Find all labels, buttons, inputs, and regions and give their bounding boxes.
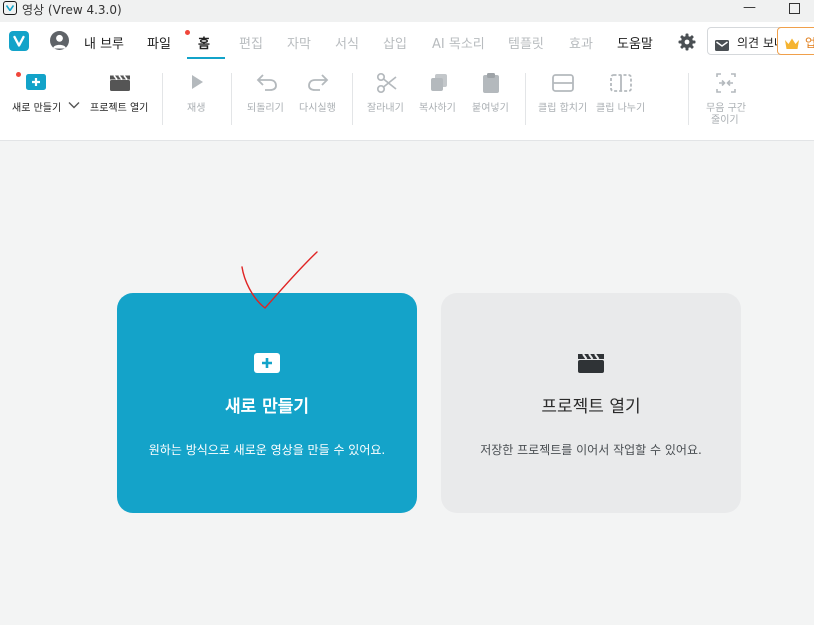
toolbar-separator: [231, 73, 232, 125]
menu-file[interactable]: 파일: [147, 33, 171, 52]
menu-format[interactable]: 서식: [335, 33, 359, 52]
home-notification-dot: [185, 30, 190, 35]
copy-tool[interactable]: 복사하기: [416, 60, 462, 140]
menu-template[interactable]: 템플릿: [508, 33, 544, 52]
vrew-logo-icon[interactable]: [9, 31, 29, 51]
toolbar-separator: [352, 73, 353, 125]
shorten-silence-label-line2: 줄이기: [711, 115, 739, 126]
app-logo-icon: [3, 1, 17, 15]
new-project-card[interactable]: 새로 만들기 원하는 방식으로 새로운 영상을 만들 수 있어요.: [117, 293, 417, 513]
new-project-tool[interactable]: 새로 만들기: [0, 60, 68, 140]
menu-my-vrew[interactable]: 내 브루: [84, 33, 124, 52]
copy-icon: [429, 73, 451, 95]
feedback-button[interactable]: 의견 보내: [707, 27, 785, 55]
menu-effect[interactable]: 효과: [569, 33, 593, 52]
open-project-card-description: 저장한 프로젝트를 이어서 작업할 수 있어요.: [480, 443, 702, 457]
undo-icon: [256, 73, 278, 95]
menu-edit[interactable]: 편집: [239, 33, 263, 52]
add-icon: [254, 352, 280, 374]
mail-icon: [715, 36, 729, 55]
undo-tool[interactable]: 되돌리기: [244, 60, 290, 140]
redo-tool[interactable]: 다시실행: [296, 60, 342, 140]
active-tab-indicator: [187, 57, 225, 59]
toolbar-separator: [688, 73, 689, 125]
merge-clips-tool[interactable]: 클립 합치기: [534, 60, 592, 140]
redo-icon: [307, 73, 329, 95]
open-project-card[interactable]: 프로젝트 열기 저장한 프로젝트를 이어서 작업할 수 있어요.: [441, 293, 741, 513]
play-label: 재생: [187, 103, 206, 114]
merge-clips-label: 클립 합치기: [538, 103, 588, 114]
menu-subtitle[interactable]: 자막: [287, 33, 311, 52]
merge-clips-icon: [552, 74, 574, 96]
maximize-button[interactable]: [789, 3, 800, 14]
split-clip-icon: [610, 74, 632, 96]
scissors-icon: [376, 72, 398, 94]
toolbar-separator: [162, 73, 163, 125]
open-project-card-title: 프로젝트 열기: [541, 397, 641, 417]
profile-icon[interactable]: [50, 31, 69, 50]
new-project-dropdown-chevron-icon[interactable]: [68, 94, 80, 113]
menu-ai-voice[interactable]: AI 목소리: [432, 33, 485, 52]
open-project-tool[interactable]: 프로젝트 열기: [86, 60, 156, 140]
menu-home[interactable]: 홈: [198, 33, 210, 52]
menu-insert[interactable]: 삽입: [383, 33, 407, 52]
menu-help[interactable]: 도움말: [617, 33, 653, 52]
cut-tool[interactable]: 잘라내기: [364, 60, 410, 140]
clapperboard-icon: [578, 352, 604, 374]
clapperboard-icon: [109, 74, 131, 96]
open-project-label: 프로젝트 열기: [90, 103, 149, 114]
menu-bar: 내 브루 파일 홈 편집 자막 서식 삽입 AI 목소리 템플릿 효과 도움말 …: [0, 22, 814, 60]
toolbar: 새로 만들기 프로젝트 열기 재생 되돌리기 다시실행 잘라내기 복사하기 붙여…: [0, 60, 814, 141]
title-bar: 영상 (Vrew 4.3.0) —: [0, 0, 814, 22]
copy-label: 복사하기: [419, 103, 456, 114]
crown-icon: [784, 35, 800, 54]
toolbar-separator: [525, 73, 526, 125]
cut-label: 잘라내기: [367, 103, 404, 114]
new-project-notification-dot: [16, 72, 21, 77]
split-clip-label: 클립 나누기: [596, 103, 646, 114]
upgrade-button[interactable]: 업: [777, 27, 814, 55]
clipboard-icon: [482, 72, 504, 94]
add-icon: [26, 74, 48, 96]
checkmark-annotation: [241, 251, 318, 309]
gear-icon[interactable]: [677, 32, 697, 52]
shorten-silence-tool[interactable]: 무음 구간 줄이기: [700, 60, 754, 140]
new-project-label: 새로 만들기: [12, 103, 62, 114]
split-clip-tool[interactable]: 클립 나누기: [594, 60, 650, 140]
paste-label: 붙여넣기: [472, 103, 509, 114]
play-icon: [190, 74, 212, 96]
upgrade-label: 업: [805, 36, 814, 50]
paste-tool[interactable]: 붙여넣기: [468, 60, 514, 140]
redo-label: 다시실행: [299, 103, 336, 114]
new-project-card-description: 원하는 방식으로 새로운 영상을 만들 수 있어요.: [148, 443, 386, 457]
undo-label: 되돌리기: [247, 103, 284, 114]
window-title: 영상 (Vrew 4.3.0): [22, 3, 122, 17]
shorten-silence-icon: [715, 72, 737, 94]
play-tool[interactable]: 재생: [178, 60, 218, 140]
new-project-card-title: 새로 만들기: [224, 397, 310, 417]
minimize-button[interactable]: —: [743, 0, 756, 15]
